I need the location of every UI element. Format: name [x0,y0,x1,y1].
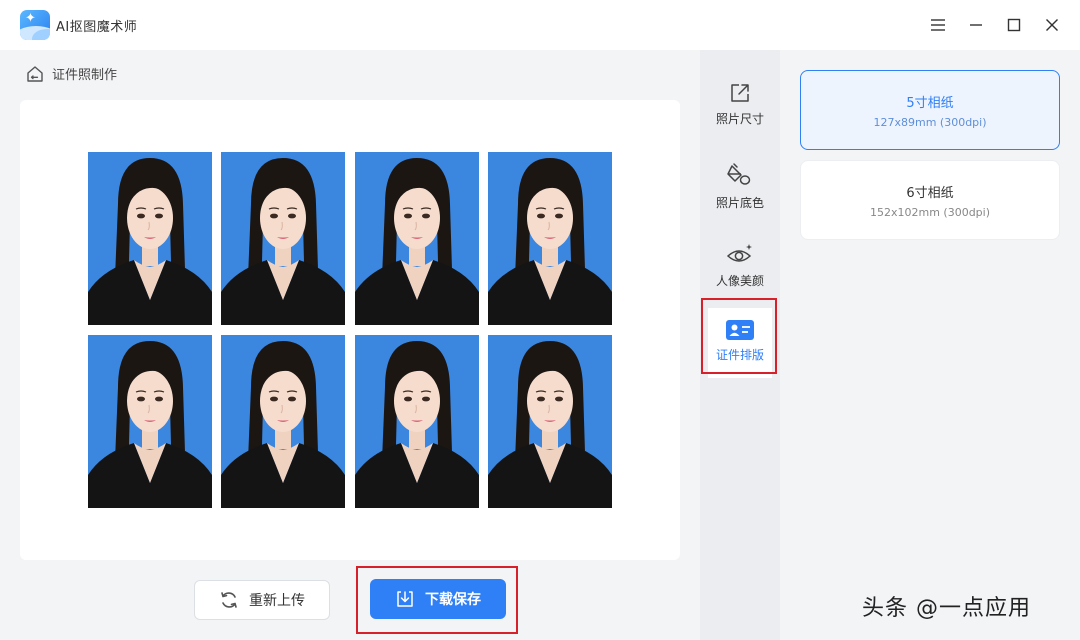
download-save-button[interactable]: 下载保存 [370,579,506,619]
minimize-icon [970,24,982,26]
eye-sparkle-icon [726,244,752,262]
paper-name: 5寸相纸 [906,95,954,111]
watermark: 头条 @一点应用 [862,596,1031,621]
download-save-label: 下载保存 [425,592,481,608]
resize-icon [731,84,749,102]
app-title: AI抠图魔术师 [56,20,138,35]
paper-name: 6寸相纸 [906,185,954,201]
home-back-icon [27,65,43,82]
maximize-icon [1007,18,1021,32]
tool-label: 人像美颜 [715,274,764,288]
paper-spec: 127x89mm (300dpi) [873,115,987,129]
id-photo [355,152,479,325]
close-button[interactable] [1039,12,1065,38]
paper-options-panel: 5寸相纸 127x89mm (300dpi) 6寸相纸 152x102mm (3… [780,50,1080,640]
reupload-button[interactable]: 重新上传 [194,580,330,620]
download-icon [397,591,413,607]
tool-highlight [701,298,777,374]
paper-option-5inch[interactable]: 5寸相纸 127x89mm (300dpi) [800,70,1060,150]
tool-label: 照片尺寸 [715,112,764,126]
id-photo [355,335,479,508]
id-photo [221,335,345,508]
id-photo [88,152,212,325]
paint-bucket-icon [727,163,751,185]
paper-option-6inch[interactable]: 6寸相纸 152x102mm (300dpi) [800,160,1060,240]
id-photo [88,335,212,508]
id-photo [488,335,612,508]
menu-button[interactable] [925,12,951,38]
tool-portrait-beauty[interactable]: 人像美颜 [700,230,780,300]
reupload-label: 重新上传 [249,593,305,609]
title-bar: ✦ AI抠图魔术师 [0,0,1080,50]
breadcrumb-label: 证件照制作 [52,68,118,83]
tool-photo-size[interactable]: 照片尺寸 [700,70,780,140]
tool-photo-background[interactable]: 照片底色 [700,150,780,220]
hamburger-icon [931,19,945,31]
paper-spec: 152x102mm (300dpi) [869,205,991,219]
refresh-icon [221,592,237,608]
minimize-button[interactable] [963,12,989,38]
id-photo [488,152,612,325]
maximize-button[interactable] [1001,12,1027,38]
tool-label: 照片底色 [715,196,764,210]
photo-layout-grid [88,152,612,508]
breadcrumb[interactable]: 证件照制作 [26,64,117,83]
app-logo-icon: ✦ [20,10,50,40]
close-icon [1046,19,1058,31]
id-photo [221,152,345,325]
